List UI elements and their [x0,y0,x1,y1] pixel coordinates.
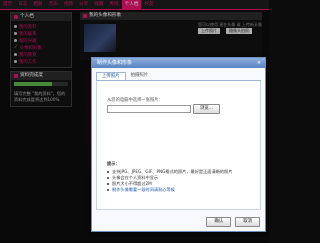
bullet-icon [107,171,109,173]
bullet-icon [107,177,109,179]
bullet-icon [107,183,109,185]
tab-take-photo[interactable]: 拍摄照片 [126,72,154,80]
tab-upload-photo[interactable]: 上传照片 [96,72,126,80]
bullet-icon [107,189,109,191]
confirm-button[interactable]: 确认 [206,217,232,227]
tips-title: 提示： [107,161,120,166]
browse-button[interactable]: 浏览... [193,104,220,114]
tip-item: 制作头像需要一段时间请耐心等候 [107,187,247,193]
dialog-title: 制作头像和形象 [97,60,133,66]
dialog-footer: 确认 取消 [206,217,260,227]
avatar-upload-dialog: 制作头像和形象 × 上传照片 拍摄照片 从您的电脑中选择一张照片： 浏览... … [91,57,266,232]
close-icon[interactable]: × [256,60,262,66]
upload-label: 从您的电脑中选择一张照片： [107,98,163,103]
file-path-input[interactable] [107,105,191,113]
cancel-button[interactable]: 取消 [235,217,260,227]
dialog-title-bar: 制作头像和形象 × [92,58,265,68]
tip-text: 制作头像需要一段时间请耐心等候 [112,187,175,192]
upload-panel: 从您的电脑中选择一张照片： 浏览... 提示： 支持JPG、JPEG、GIF、P… [96,81,261,210]
tips-block: 提示： 支持JPG、JPEG、GIF、PNG格式的照片，最好是正面清晰的照片 头… [107,161,247,193]
dialog-tabs: 上传照片 拍摄照片 [96,72,261,81]
